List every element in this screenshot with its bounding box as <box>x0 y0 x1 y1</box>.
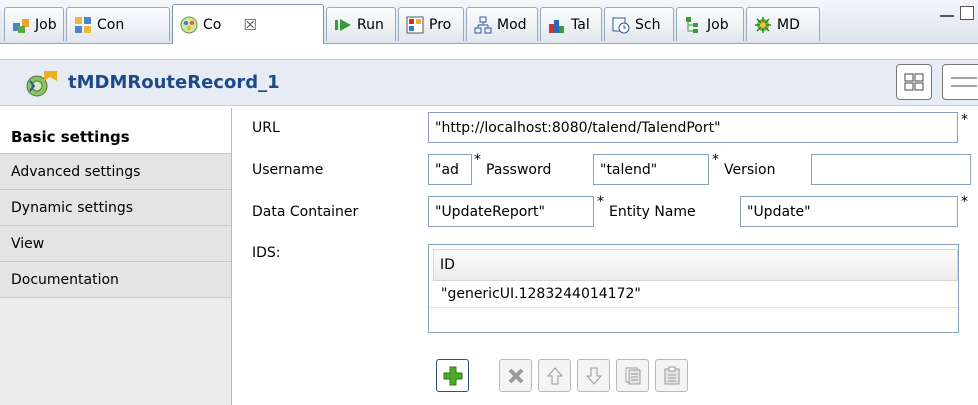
data-container-field[interactable]: "UpdateReport" <box>428 196 594 227</box>
ids-table: ID "genericUI.1283244014172" <box>428 244 959 333</box>
run-icon <box>333 15 353 35</box>
view-tab-bar: Job Con Co ☒ Run Pro Mod Tal Sch Job MD <box>0 0 978 44</box>
sidebar-item-label: Dynamic settings <box>11 199 134 216</box>
list-layout-icon <box>951 77 977 87</box>
scheduler-icon <box>611 15 631 35</box>
tab-job-hierarchy[interactable]: Job <box>676 7 744 41</box>
route-record-icon <box>24 69 57 97</box>
table-header-id[interactable]: ID <box>433 249 958 281</box>
url-label: URL <box>252 120 280 136</box>
sidebar-item-dynamic-settings[interactable]: Dynamic settings <box>0 190 231 226</box>
required-mark: * <box>961 112 968 128</box>
password-label: Password <box>486 162 552 178</box>
tab-label: Sch <box>635 16 661 33</box>
tab-label: Run <box>357 16 384 33</box>
tab-mdm[interactable]: MD <box>746 7 820 41</box>
component-title: tMDMRouteRecord_1 <box>68 72 280 93</box>
table-row[interactable]: "genericUI.1283244014172" <box>429 281 958 308</box>
copy-icon <box>625 367 640 384</box>
grid-layout-icon <box>904 73 924 91</box>
list-layout-button[interactable] <box>942 64 978 100</box>
arrow-up-icon <box>546 366 563 384</box>
tab-label: Mod <box>497 16 527 33</box>
component-header: tMDMRouteRecord_1 <box>0 59 978 106</box>
tab-label: Co <box>203 16 222 33</box>
tab-modules[interactable]: Mod <box>466 7 538 41</box>
sidebar-item-documentation[interactable]: Documentation <box>0 262 231 298</box>
tab-label: Job <box>707 16 729 33</box>
window-controls <box>940 6 974 20</box>
move-up-button[interactable] <box>538 359 571 392</box>
table-cell[interactable]: "genericUI.1283244014172" <box>441 286 641 302</box>
sidebar-item-label: Documentation <box>11 271 119 288</box>
required-mark: * <box>712 152 719 168</box>
required-mark: * <box>961 194 968 210</box>
sidebar-item-label: Advanced settings <box>11 163 141 180</box>
plus-icon <box>443 366 462 385</box>
username-field[interactable]: "ad <box>428 154 472 185</box>
tab-scheduler[interactable]: Sch <box>604 7 674 41</box>
sidebar-item-label: Basic settings <box>11 127 130 146</box>
sidebar-item-advanced-settings[interactable]: Advanced settings <box>0 154 231 190</box>
tab-label: Con <box>97 16 125 33</box>
version-label: Version <box>724 162 776 178</box>
ids-label: IDS: <box>252 245 281 261</box>
url-field[interactable]: "http://localhost:8080/talend/TalendPort… <box>428 112 958 143</box>
maximize-button[interactable] <box>960 6 974 20</box>
arrow-down-icon <box>585 367 602 385</box>
password-field[interactable]: "talend" <box>593 154 709 185</box>
paste-icon <box>664 366 679 384</box>
tab-problems[interactable]: Pro <box>398 7 464 41</box>
layout-toggle-button[interactable] <box>896 64 932 100</box>
move-down-button[interactable] <box>577 359 610 392</box>
sidebar-item-label: View <box>11 235 45 252</box>
add-row-button[interactable] <box>436 359 469 392</box>
problems-icon <box>405 15 425 35</box>
component-icon <box>179 15 199 35</box>
entity-name-label: Entity Name <box>609 204 696 220</box>
job-icon <box>11 15 31 35</box>
entity-name-field[interactable]: "Update" <box>740 196 958 227</box>
sidebar-item-basic-settings[interactable]: Basic settings <box>0 108 231 154</box>
username-label: Username <box>252 162 324 178</box>
tab-talend[interactable]: Tal <box>540 7 602 41</box>
tab-component[interactable]: Co ☒ <box>172 4 324 44</box>
remove-row-button[interactable] <box>499 359 532 392</box>
talend-icon <box>547 15 567 35</box>
delete-x-icon <box>508 368 523 383</box>
context-icon <box>73 15 93 35</box>
paste-button[interactable] <box>655 359 688 392</box>
required-mark: * <box>597 194 604 210</box>
tab-label: Pro <box>429 16 452 33</box>
required-mark: * <box>474 152 481 168</box>
modules-icon <box>473 15 493 35</box>
tab-run[interactable]: Run <box>326 7 396 41</box>
tab-label: Tal <box>571 16 590 33</box>
mdm-icon <box>753 15 773 35</box>
tab-context[interactable]: Con <box>66 7 170 41</box>
close-tab-icon[interactable]: ☒ <box>243 16 256 34</box>
copy-button[interactable] <box>616 359 649 392</box>
tab-job[interactable]: Job <box>4 7 64 41</box>
sidebar-item-view[interactable]: View <box>0 226 231 262</box>
tab-label: Job <box>35 16 57 33</box>
minimize-button[interactable] <box>940 8 954 17</box>
tab-label: MD <box>777 16 800 33</box>
job-hierarchy-icon <box>683 15 703 35</box>
settings-sidebar: Basic settings Advanced settings Dynamic… <box>0 108 232 405</box>
version-field[interactable] <box>811 154 971 185</box>
data-container-label: Data Container <box>252 204 359 220</box>
